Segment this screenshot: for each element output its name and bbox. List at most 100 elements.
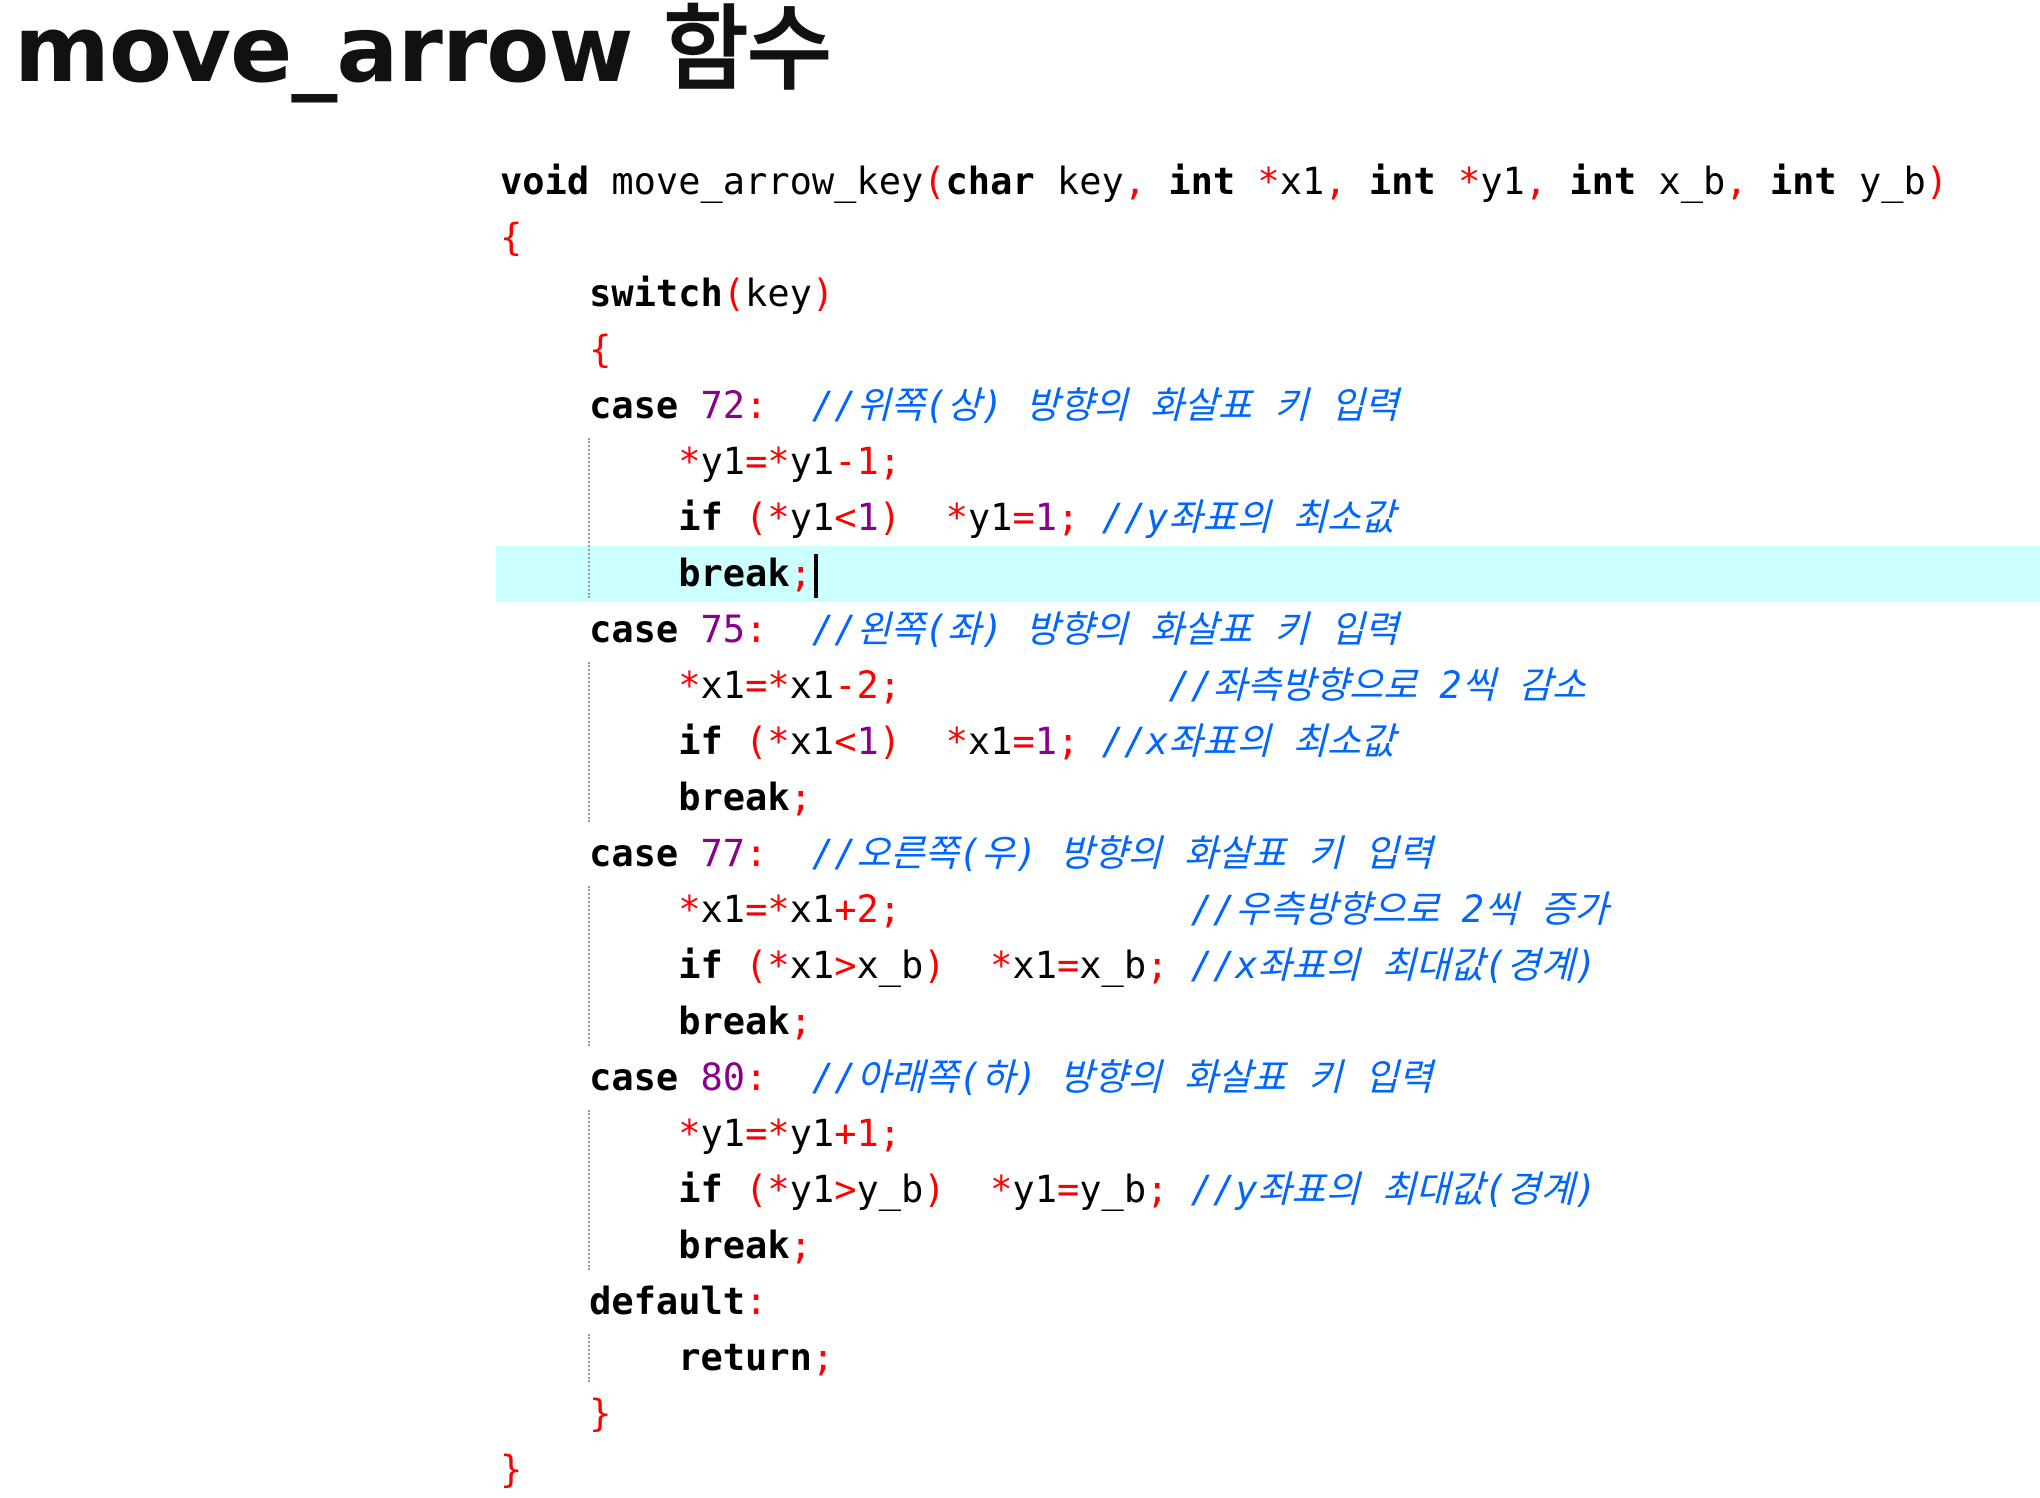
code-operator: =* xyxy=(745,664,790,707)
code-operator: ( xyxy=(923,160,946,203)
code-keyword: int xyxy=(1168,160,1236,203)
code-operator: -1; xyxy=(834,440,902,483)
code-line[interactable]: case 77: //오른쪽(우) 방향의 화살표 키 입력 xyxy=(496,826,2040,882)
code-line[interactable]: { xyxy=(496,210,2040,266)
code-operator: : xyxy=(745,1056,768,1099)
slide-title: move_arrow 함수 xyxy=(14,0,832,103)
code-line[interactable]: if (*y1<1) *y1=1; //y좌표의 최소값 xyxy=(496,490,2040,546)
code-text: x1 xyxy=(789,888,835,931)
text-cursor xyxy=(813,553,818,598)
code-operator: =* xyxy=(745,888,790,931)
code-operator: ; xyxy=(789,1000,812,1043)
code-number: 80 xyxy=(700,1056,746,1099)
code-operator: * xyxy=(678,888,701,931)
code-operator: * xyxy=(945,496,968,539)
code-line[interactable]: case 80: //아래쪽(하) 방향의 화살표 키 입력 xyxy=(496,1050,2040,1106)
code-operator: * xyxy=(678,664,701,707)
code-operator: { xyxy=(589,328,612,371)
code-keyword: break xyxy=(678,1224,790,1267)
code-line[interactable]: *x1=*x1-2; //좌측방향으로 2씩 감소 xyxy=(496,658,2040,714)
code-operator: ) xyxy=(1925,160,1949,203)
code-operator: } xyxy=(589,1392,612,1435)
code-editor[interactable]: void move_arrow_key(char key, int *x1, i… xyxy=(496,154,2040,1498)
code-operator: , xyxy=(1725,160,1748,203)
code-keyword: return xyxy=(678,1336,812,1379)
code-line[interactable]: break; xyxy=(496,1218,2040,1274)
code-line[interactable]: *y1=*y1+1; xyxy=(496,1106,2040,1162)
indent-guide xyxy=(588,1334,590,1382)
code-line[interactable]: if (*x1>x_b) *x1=x_b; //x좌표의 최대값(경계) xyxy=(496,938,2040,994)
code-line[interactable]: { xyxy=(496,322,2040,378)
code-operator: < xyxy=(834,720,857,763)
code-keyword: case xyxy=(589,384,679,427)
code-operator: ) xyxy=(811,272,835,315)
code-operator: ) xyxy=(923,944,946,987)
code-comment: //아래쪽(하) 방향의 화살표 키 입력 xyxy=(811,1056,1433,1099)
code-keyword: break xyxy=(678,776,790,819)
code-comment: //우측방향으로 2씩 증가 xyxy=(1190,888,1609,931)
code-operator: ; xyxy=(1146,1168,1169,1211)
code-operator: =* xyxy=(745,1112,790,1155)
code-number: 1 xyxy=(856,496,879,539)
code-operator: ; xyxy=(1146,944,1169,987)
code-keyword: case xyxy=(589,832,679,875)
code-operator: * xyxy=(990,1168,1013,1211)
code-line[interactable]: if (*y1>y_b) *y1=y_b; //y좌표의 최대값(경계) xyxy=(496,1162,2040,1218)
code-line[interactable]: return; xyxy=(496,1330,2040,1386)
code-line[interactable]: } xyxy=(496,1442,2040,1498)
code-text: x1 xyxy=(967,720,1013,763)
code-text: x_b xyxy=(1079,944,1147,987)
code-line[interactable]: break; xyxy=(496,994,2040,1050)
code-line[interactable]: case 75: //왼쪽(좌) 방향의 화살표 키 입력 xyxy=(496,602,2040,658)
code-line[interactable]: if (*x1<1) *x1=1; //x좌표의 최소값 xyxy=(496,714,2040,770)
code-comment: //y좌표의 최대값(경계) xyxy=(1190,1168,1597,1211)
code-keyword: default xyxy=(589,1280,746,1323)
code-operator: > xyxy=(834,944,857,987)
code-text: y_b xyxy=(856,1168,924,1211)
code-operator: ; xyxy=(789,1224,812,1267)
code-line[interactable]: void move_arrow_key(char key, int *x1, i… xyxy=(496,154,2040,210)
code-operator: (* xyxy=(745,720,790,763)
code-operator: =* xyxy=(745,440,790,483)
indent-guide xyxy=(588,886,590,1046)
code-line[interactable]: case 72: //위쪽(상) 방향의 화살표 키 입력 xyxy=(496,378,2040,434)
code-comment: //왼쪽(좌) 방향의 화살표 키 입력 xyxy=(811,608,1399,651)
code-text: key xyxy=(1034,160,1124,203)
code-operator: +1; xyxy=(834,1112,902,1155)
code-keyword: switch xyxy=(589,272,723,315)
code-keyword: if xyxy=(678,496,723,539)
code-line[interactable]: *x1=*x1+2; //우측방향으로 2씩 증가 xyxy=(496,882,2040,938)
code-line[interactable]: break; xyxy=(496,770,2040,826)
code-line[interactable]: } xyxy=(496,1386,2040,1442)
code-keyword: int xyxy=(1769,160,1837,203)
code-line[interactable]: *y1=*y1-1; xyxy=(496,434,2040,490)
code-operator: ; xyxy=(811,1336,835,1379)
code-operator: : xyxy=(745,1280,768,1323)
code-operator: * xyxy=(990,944,1013,987)
code-number: 75 xyxy=(700,608,746,651)
code-operator: = xyxy=(1056,944,1080,987)
code-line[interactable]: switch(key) xyxy=(496,266,2040,322)
code-operator: } xyxy=(500,1448,523,1491)
code-number: 1 xyxy=(1034,720,1057,763)
code-line-current[interactable]: break; xyxy=(496,546,2040,602)
code-line[interactable]: default: xyxy=(496,1274,2040,1330)
code-operator: ; xyxy=(789,776,812,819)
indent-guide xyxy=(588,1110,590,1270)
code-text: y1 xyxy=(1480,160,1525,203)
code-text: x_b xyxy=(856,944,924,987)
code-operator: = xyxy=(1012,720,1035,763)
code-text: y1 xyxy=(967,496,1013,539)
code-keyword: case xyxy=(589,608,679,651)
